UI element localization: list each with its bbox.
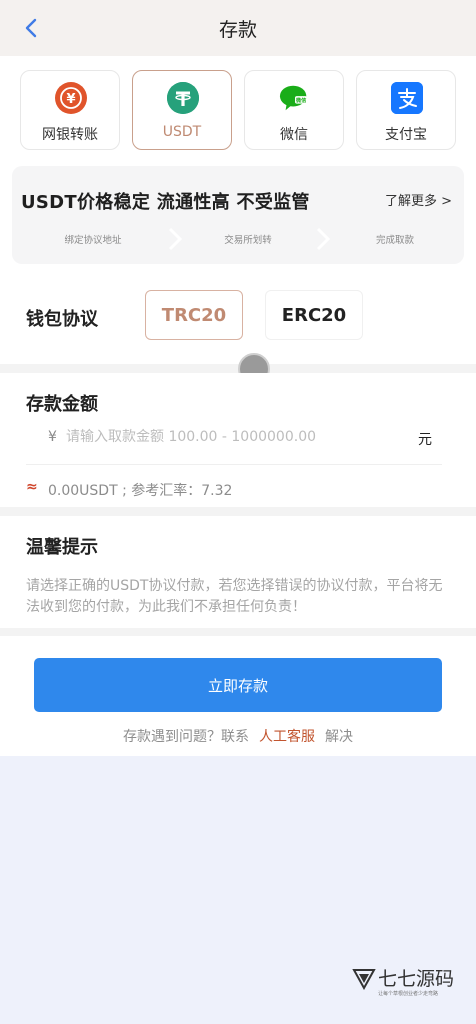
tip-text: 请选择正确的USDT协议付款，若您选择错误的协议付款，平台将无法收到您的付款，为… (26, 578, 443, 615)
divider (0, 628, 476, 636)
svg-text:微信: 微信 (295, 96, 306, 104)
payment-method-alipay[interactable]: 支付宝 (356, 70, 456, 150)
divider (0, 507, 476, 516)
page-title: 存款 (218, 19, 257, 41)
payment-method-usdt[interactable]: USDT (132, 70, 232, 150)
payment-method-label: 微信 (280, 127, 308, 143)
currency-symbol: ¥ (48, 429, 57, 445)
step-indicator: 绑定协议地址 交易所划转 完成取款 (20, 224, 460, 254)
top-bar: 存款 (0, 0, 476, 56)
usdt-tether-icon (167, 82, 199, 114)
step-arrow-icon (168, 227, 182, 251)
alipay-icon (391, 82, 423, 114)
tip-section: 温馨提示 请选择正确的USDT协议付款，若您选择错误的协议付款，平台将无法收到您… (0, 516, 476, 628)
divider (26, 464, 442, 465)
banner-title: USDT价格稳定 流通性高 不受监管 (21, 192, 310, 213)
step-exchange-transfer: 交易所划转 (224, 235, 272, 246)
help-suffix: 解决 (325, 729, 353, 745)
tip-title: 温馨提示 (26, 537, 98, 558)
help-prefix: 存款遇到问题？联系 (123, 729, 249, 745)
step-bind-address: 绑定协议地址 (64, 235, 122, 246)
protocol-label: 钱包协议 (26, 309, 98, 330)
step-arrow-icon (316, 227, 330, 251)
step-complete: 完成取款 (375, 235, 414, 246)
amount-title: 存款金额 (26, 394, 98, 415)
payment-method-label: USDT (162, 124, 202, 140)
svg-text:¥: ¥ (66, 92, 75, 107)
payment-method-row: ¥ 网银转账 USDT 微信 微信 支付宝 (0, 56, 476, 166)
watermark-logo-icon (352, 969, 376, 990)
watermark-name: 七七源码 (378, 968, 455, 990)
watermark-tagline: 让每个草根创业者少走弯路 (378, 991, 439, 997)
bank-transfer-icon: ¥ (55, 82, 87, 114)
deposit-now-button[interactable]: 立即存款 (34, 658, 442, 712)
payment-method-wechat[interactable]: 微信 微信 (244, 70, 344, 150)
payment-method-bank[interactable]: ¥ 网银转账 (20, 70, 120, 150)
payment-method-label: 支付宝 (385, 127, 427, 143)
amount-input[interactable] (66, 423, 396, 451)
usdt-conversion: 0.00USDT ; 参考汇率：7.32 (48, 483, 233, 499)
protocol-trc20-button[interactable]: TRC20 (145, 290, 243, 340)
learn-more-link[interactable]: 了解更多 > (385, 190, 452, 209)
usdt-info-banner: USDT价格稳定 流通性高 不受监管 了解更多 > 绑定协议地址 交易所划转 完… (12, 166, 464, 264)
customer-service-link[interactable]: 人工客服 (259, 729, 315, 745)
deposit-amount-section: 存款金额 ¥ 元 ≈ 0.00USDT ; 参考汇率：7.32 (0, 373, 476, 507)
help-text: 存款遇到问题？联系 人工客服 解决 (0, 726, 476, 746)
protocol-erc20-button[interactable]: ERC20 (265, 290, 363, 340)
currency-unit: 元 (418, 432, 432, 448)
wallet-protocol-section: 钱包协议 TRC20 ERC20 (0, 264, 476, 364)
watermark: 七七源码 让每个草根创业者少走弯路 (352, 964, 456, 1000)
action-section: 立即存款 存款遇到问题？联系 人工客服 解决 (0, 636, 476, 756)
payment-method-label: 网银转账 (42, 127, 98, 143)
wechat-icon: 微信 (279, 82, 311, 114)
approx-icon: ≈ (26, 479, 38, 495)
